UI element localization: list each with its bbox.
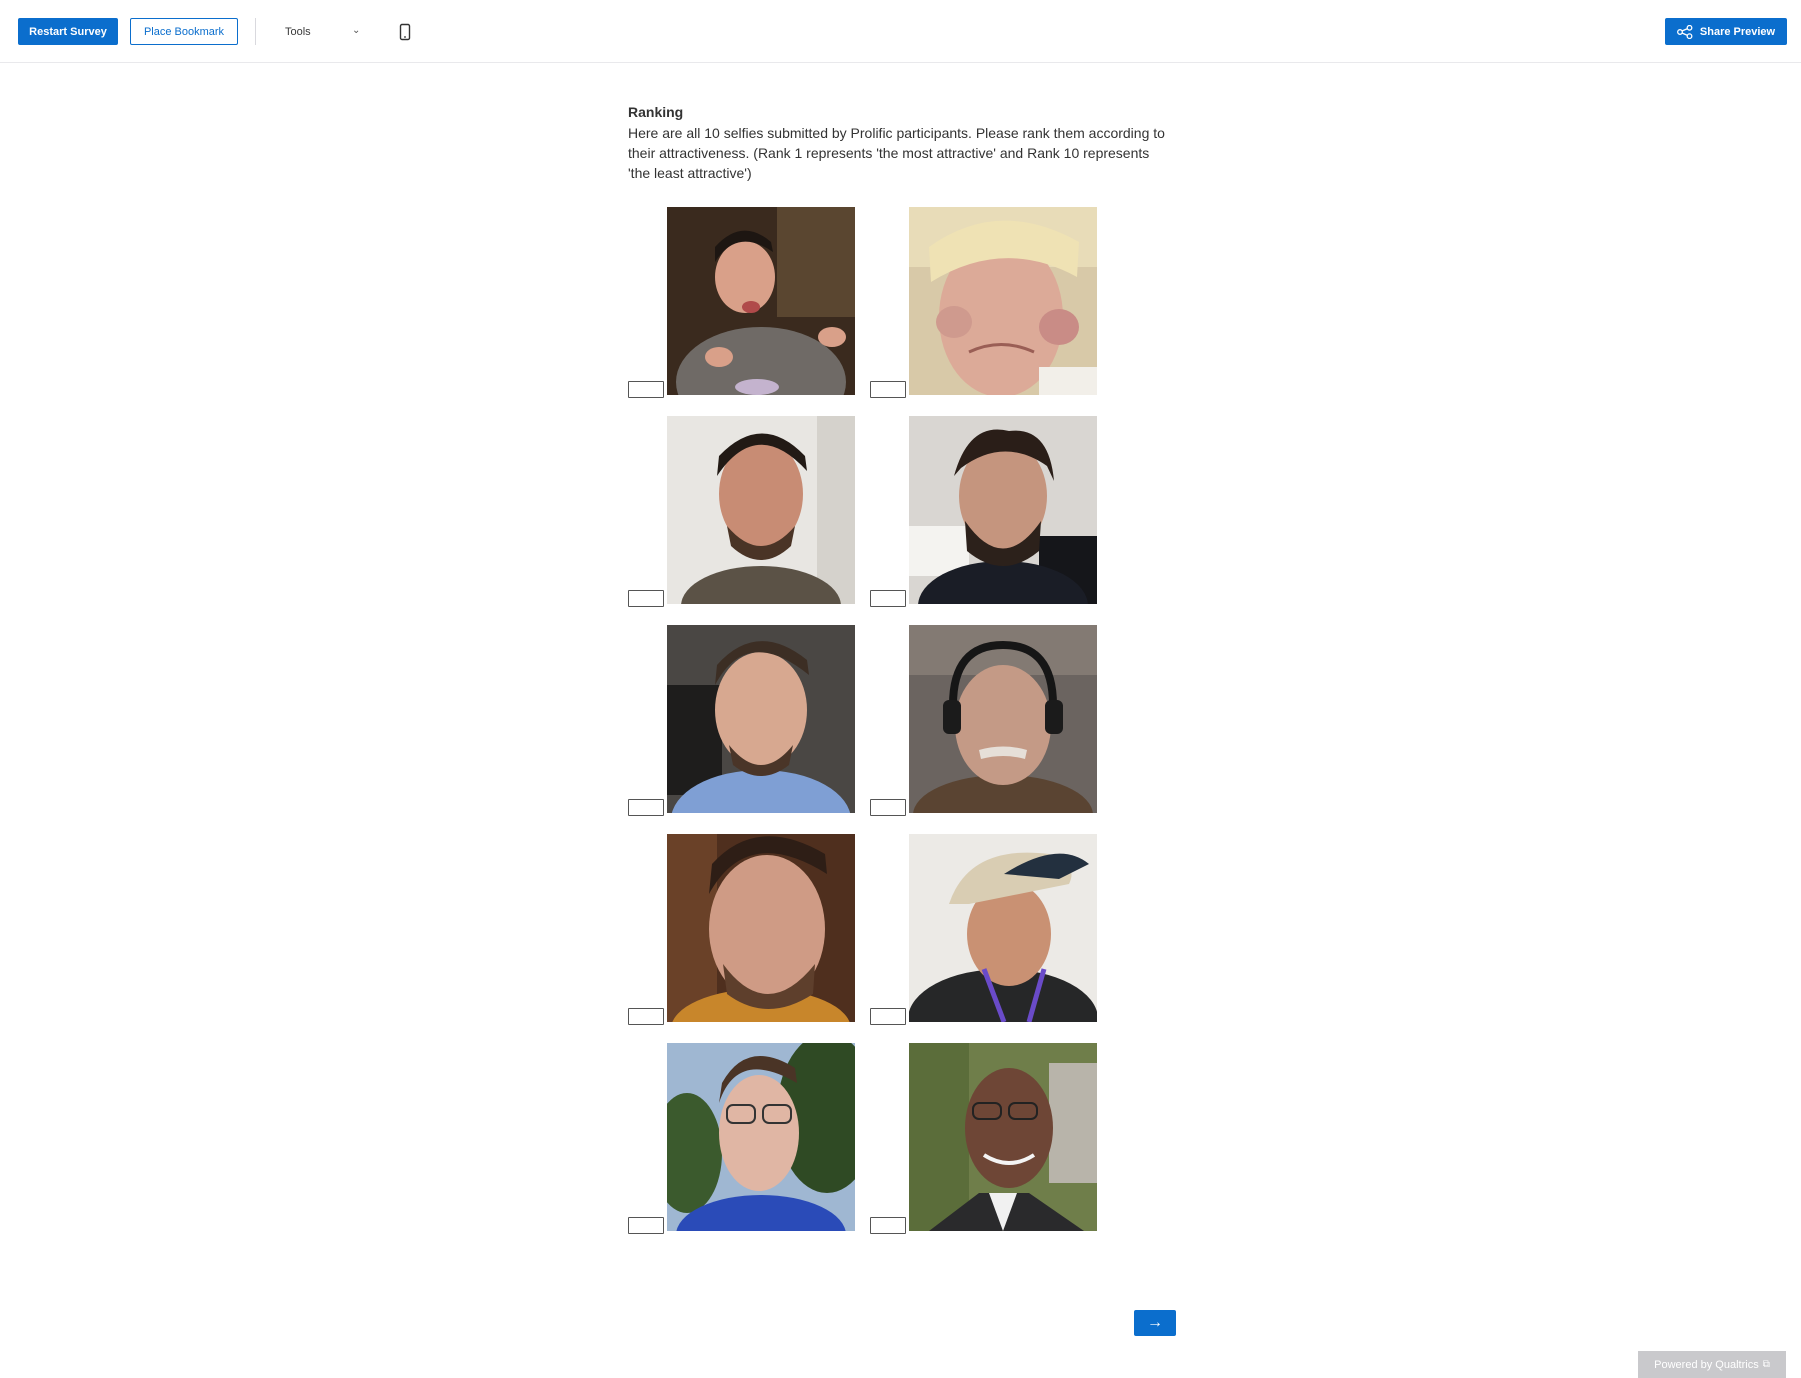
rank-input[interactable] bbox=[628, 1217, 664, 1234]
rank-item bbox=[628, 1043, 860, 1234]
rank-item bbox=[870, 1043, 1102, 1234]
question-text: Here are all 10 selfies submitted by Pro… bbox=[628, 125, 1165, 181]
rank-input[interactable] bbox=[870, 799, 906, 816]
rank-input[interactable] bbox=[870, 1217, 906, 1234]
ranking-question: Ranking Here are all 10 selfies submitte… bbox=[628, 104, 1168, 183]
powered-by-label: Powered by Qualtrics bbox=[1654, 1358, 1759, 1371]
rank-item bbox=[628, 834, 860, 1025]
rank-item bbox=[628, 416, 860, 607]
selfie-photo bbox=[909, 1043, 1097, 1231]
rank-item bbox=[870, 625, 1102, 816]
rank-item bbox=[628, 625, 860, 816]
tools-dropdown[interactable]: Tools ⌄ bbox=[285, 18, 365, 45]
rank-item bbox=[870, 834, 1102, 1025]
selfie-photo bbox=[667, 207, 855, 395]
preview-toolbar: Restart Survey Place Bookmark Tools ⌄ Sh… bbox=[0, 0, 1801, 63]
share-preview-button[interactable]: Share Preview bbox=[1665, 18, 1787, 45]
selfie-photo bbox=[909, 625, 1097, 813]
restart-survey-button[interactable]: Restart Survey bbox=[18, 18, 118, 45]
toolbar-divider bbox=[255, 18, 256, 45]
rank-input[interactable] bbox=[870, 1008, 906, 1025]
share-icon bbox=[1676, 24, 1693, 39]
rank-input[interactable] bbox=[870, 381, 906, 398]
selfie-photo bbox=[909, 834, 1097, 1022]
selfie-photo bbox=[667, 834, 855, 1022]
chevron-down-icon: ⌄ bbox=[352, 25, 361, 36]
selfie-photo bbox=[667, 625, 855, 813]
external-link-icon: ⧉ bbox=[1762, 1359, 1770, 1370]
selfie-photo bbox=[667, 416, 855, 604]
rank-input[interactable] bbox=[628, 799, 664, 816]
selfie-photo bbox=[667, 1043, 855, 1231]
rank-input[interactable] bbox=[628, 381, 664, 398]
rank-input[interactable] bbox=[870, 590, 906, 607]
next-button[interactable]: → bbox=[1134, 1310, 1176, 1336]
rank-input[interactable] bbox=[628, 590, 664, 607]
question-title: Ranking bbox=[628, 104, 684, 120]
selfie-photo bbox=[909, 416, 1097, 604]
tools-label: Tools bbox=[285, 25, 311, 38]
rank-item bbox=[628, 207, 860, 398]
share-preview-label: Share Preview bbox=[1699, 25, 1776, 38]
rank-item bbox=[870, 207, 1102, 398]
rank-input[interactable] bbox=[628, 1008, 664, 1025]
rank-item bbox=[870, 416, 1102, 607]
mobile-device-icon[interactable] bbox=[397, 22, 413, 42]
selfie-photo bbox=[909, 207, 1097, 395]
powered-by-qualtrics-link[interactable]: Powered by Qualtrics ⧉ bbox=[1638, 1351, 1786, 1378]
place-bookmark-button[interactable]: Place Bookmark bbox=[130, 18, 238, 45]
